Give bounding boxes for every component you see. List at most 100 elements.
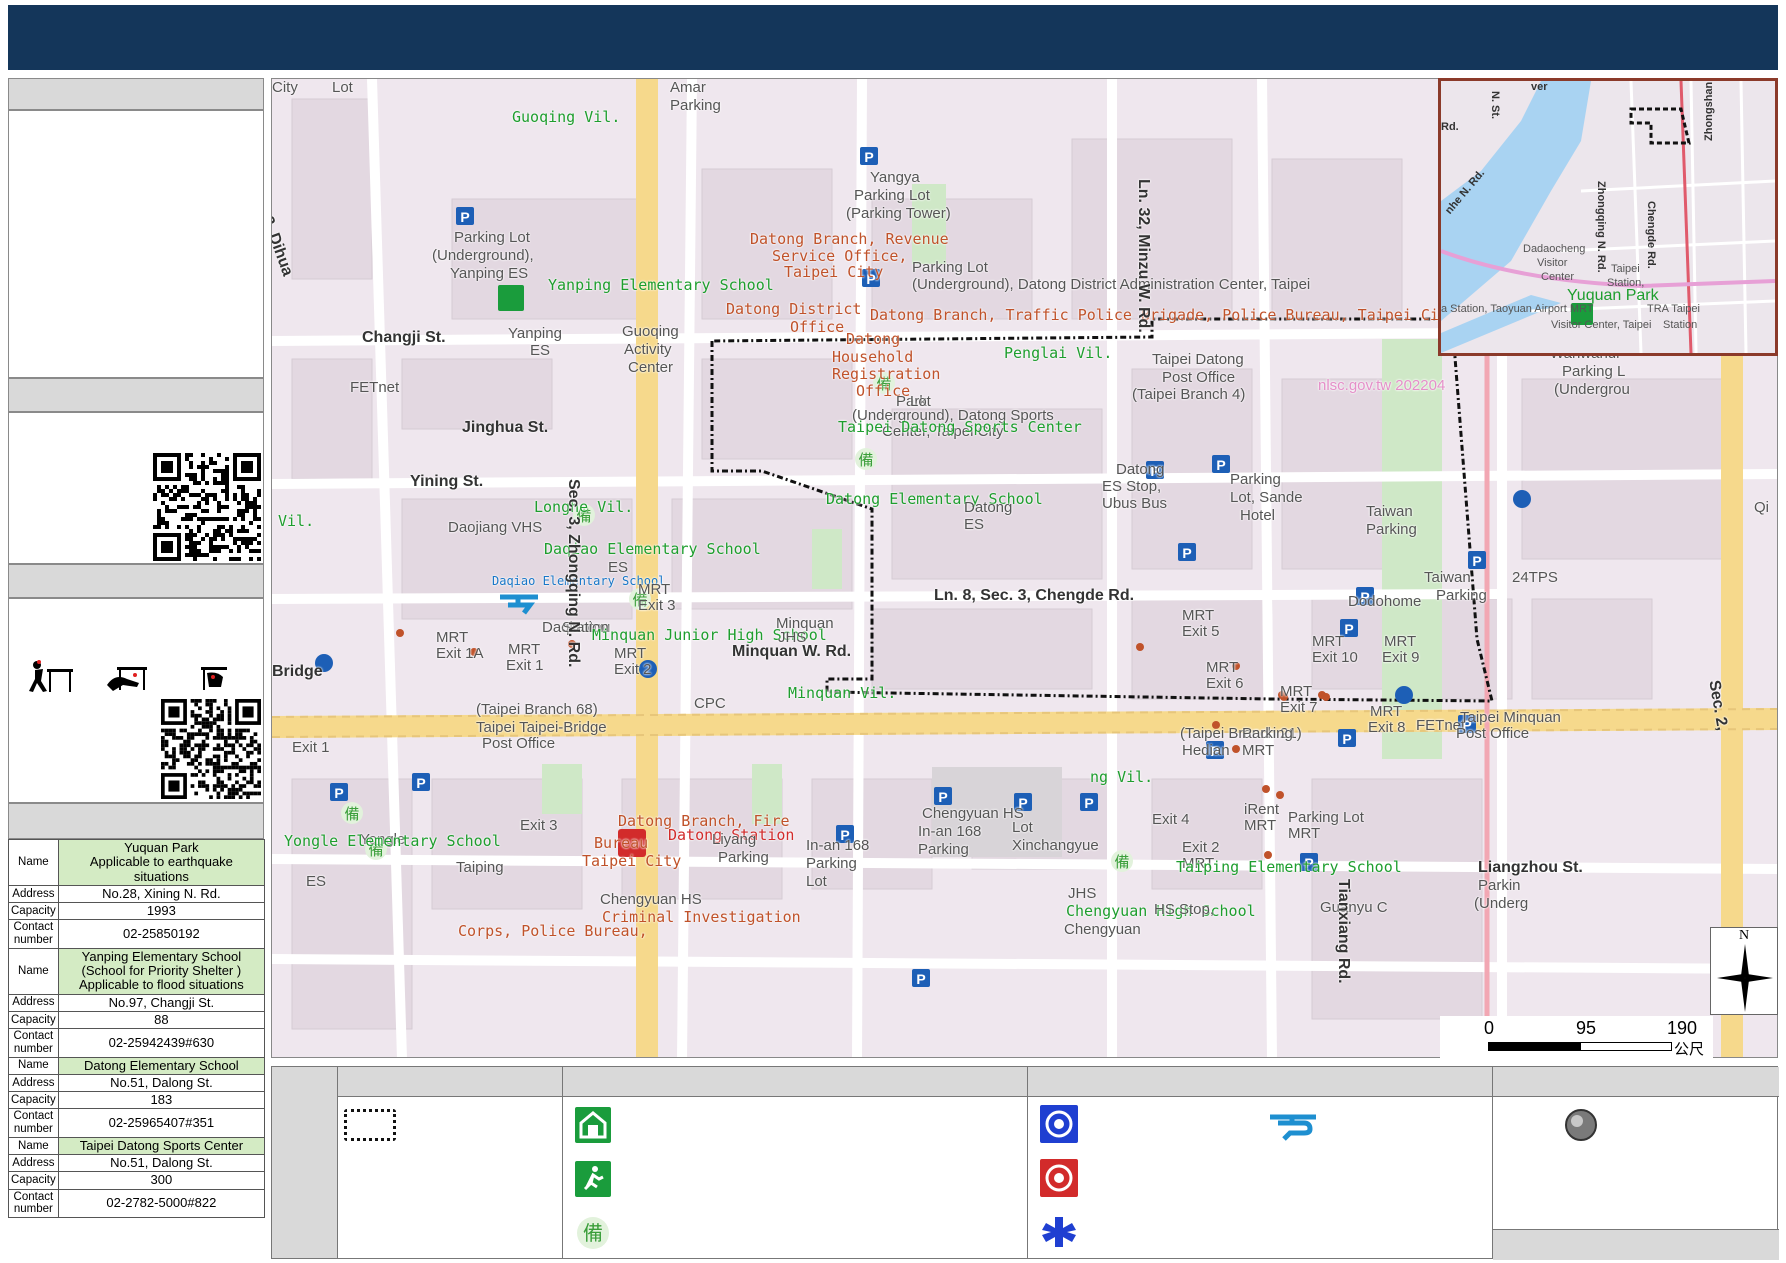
- map-label: Parking Lot: [454, 229, 530, 246]
- legend-title-cell: [272, 1067, 338, 1258]
- inset-label: Station: [1663, 319, 1698, 331]
- panel-heading-1: [8, 78, 264, 110]
- map-label: Jinghua St.: [462, 419, 549, 436]
- map-label: Yanping Elementary School: [548, 276, 774, 294]
- police-icon: [1040, 1105, 1078, 1143]
- shelter-address: No.51, Dalong St.: [57, 1073, 266, 1093]
- map-label: Parking: [918, 841, 969, 858]
- locator-inset-map[interactable]: ver N. St. Rd. Zhongqing N. Rd. Chengde Rd. Z…: [1438, 78, 1778, 356]
- map-label: Taiwan: [1424, 569, 1471, 586]
- map-label: Datong District: [726, 300, 862, 318]
- map-label: nlsc.gov.tw 202204: [1318, 377, 1446, 394]
- map-label: Parking Lot: [1288, 809, 1364, 826]
- map-label: Exit 1A: [436, 645, 484, 662]
- map-label: In-an 168: [918, 823, 982, 840]
- shelter-contact[interactable]: 02-25850192: [57, 919, 266, 949]
- map-label: Exit 6: [1206, 675, 1244, 692]
- map-label: MRT: [1288, 825, 1321, 842]
- key-contact-line: Contact: [13, 1110, 54, 1123]
- inset-label: nhe N. Rd.: [1443, 167, 1488, 217]
- key-contact-line: Contact: [13, 1030, 54, 1043]
- key-name: Name: [8, 947, 59, 995]
- key-capacity: Capacity: [8, 1010, 59, 1030]
- map-label: Sec. 3, Zhongqing N. Rd.: [565, 479, 582, 668]
- map-label: Yanping: [508, 325, 562, 342]
- shelter-capacity: 300: [57, 1171, 266, 1190]
- map-label: Taiping: [456, 859, 504, 876]
- map-label: ES Stop,: [1102, 478, 1162, 495]
- compass-rose-icon: [1717, 944, 1773, 1012]
- inset-label: Rd.: [1441, 121, 1459, 133]
- map-label: Parkin: [1478, 877, 1521, 894]
- map-label: (Underground), Datong District Administr…: [912, 276, 1311, 293]
- map-label: Bureau: [594, 834, 649, 852]
- medical-icon: [1042, 1217, 1076, 1247]
- map-label: Taiping Elementary School: [1176, 858, 1402, 876]
- map-label: Activity: [624, 341, 672, 358]
- map-label: Exit 2: [614, 661, 652, 678]
- panel-heading-4: [8, 803, 264, 839]
- legend-col-other: [1493, 1067, 1779, 1260]
- qr-code-1[interactable]: [153, 453, 261, 561]
- map-label: Registration: [832, 365, 941, 383]
- panel-heading-3: [8, 564, 264, 598]
- map-label: Yanping ES: [450, 265, 529, 282]
- inset-label: Dadaocheng: [1523, 243, 1586, 255]
- map-label: MRT: [1312, 633, 1345, 650]
- key-address: Address: [8, 1153, 59, 1173]
- map-label: MRT: [1280, 683, 1313, 700]
- shelter-name: Yuquan Park Applicable to earthquake situ…: [57, 839, 266, 886]
- shelter-capacity-row: Capacity 1993: [8, 902, 266, 921]
- map-label: MRT: [1242, 742, 1275, 759]
- inset-label: a Station, Taoyuan Airport MRT: [1441, 303, 1594, 315]
- map-label: ES: [306, 873, 327, 890]
- map-label: Guoqing: [622, 323, 679, 340]
- map-label: (Undergrou: [1554, 381, 1630, 398]
- shelter-contact[interactable]: 02-2782-5000#822: [57, 1188, 266, 1218]
- shelter-contact[interactable]: 02-25942439#630: [57, 1028, 266, 1058]
- shelter-name-line: Datong Elementary School: [84, 1057, 239, 1073]
- reserve-shelter-icon: 備: [577, 1217, 609, 1249]
- map-label: HS Stop,: [1154, 901, 1215, 918]
- map-label: Exit 9: [1382, 649, 1420, 666]
- map-label: ng Vil.: [1090, 768, 1154, 786]
- map-label: Exit 1: [292, 739, 330, 756]
- map-label: Parking: [1242, 725, 1293, 742]
- map-label: Yining St.: [410, 473, 484, 490]
- map-label: Parking: [1230, 471, 1281, 488]
- shelter-address-row: Address No.28, Xining N. Rd.: [8, 884, 266, 904]
- map-label: MRT: [1244, 817, 1277, 834]
- inset-label: TRA Taipei: [1647, 303, 1700, 315]
- map-label: JHS: [1068, 885, 1097, 902]
- shelter-name-line: Taipei Datong Sports Center: [79, 1137, 244, 1153]
- map-label: Dodohome: [1348, 593, 1422, 610]
- map-label: (Underg: [1474, 895, 1529, 912]
- map-label: Post Office: [482, 735, 556, 752]
- map-label: Parking: [1436, 587, 1487, 604]
- scale-unit: 公尺: [1674, 1041, 1705, 1058]
- legend-col-services: [1028, 1067, 1493, 1258]
- shelter-address: No.28, Xining N. Rd.: [57, 884, 266, 904]
- map-label: Office: [790, 318, 845, 336]
- shelter-name-row: Name Taipei Datong Sports Center: [8, 1136, 266, 1156]
- inset-label: N. St.: [1489, 91, 1501, 120]
- map-label: Datong: [846, 330, 901, 348]
- map-label: Taipei City: [784, 263, 884, 281]
- map-label: City: [272, 79, 298, 96]
- legend-col-boundary: [338, 1067, 563, 1258]
- qr-code-2[interactable]: [161, 699, 261, 799]
- circle-marker-icon: [1565, 1109, 1597, 1141]
- shelter-address: No.97, Changji St.: [57, 993, 266, 1012]
- key-capacity: Capacity: [8, 902, 59, 921]
- map-label: Guoqing Vil.: [512, 108, 621, 126]
- title-banner: [8, 5, 1778, 70]
- shelter-icon: [575, 1107, 611, 1143]
- shelter-contact-row: Contact number 02-25965407#351: [8, 1108, 266, 1138]
- shelter-contact[interactable]: 02-25965407#351: [57, 1108, 266, 1138]
- shelter-address-row: Address No.97, Changji St.: [8, 993, 266, 1012]
- map-label: (Taipei Branch 4): [1132, 386, 1246, 403]
- shelter-name-row: Name Yuquan Park Applicable to earthquake …: [8, 839, 266, 886]
- map-label: 24TPS: [1512, 569, 1558, 586]
- map-label: Daojiang VHS: [448, 519, 543, 536]
- key-contact-line: number: [13, 1042, 53, 1055]
